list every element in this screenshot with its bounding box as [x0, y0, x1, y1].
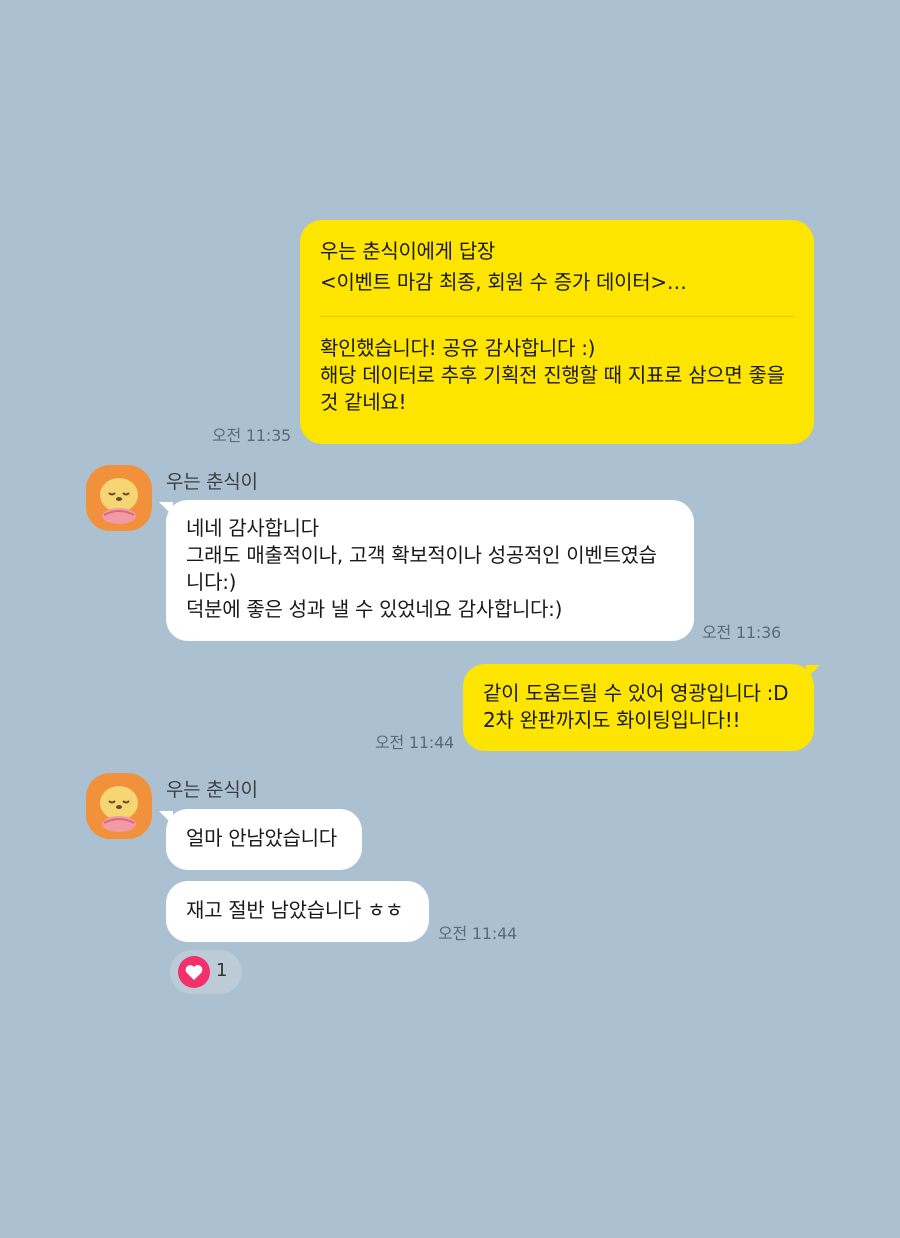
heart-icon — [178, 956, 210, 988]
message-line: 재고 절반 남았습니다 ㅎㅎ — [186, 898, 404, 922]
their-message-bubble[interactable]: 재고 절반 남았습니다 ㅎㅎ — [166, 881, 429, 942]
my-message-bubble[interactable]: 같이 도움드릴 수 있어 영광입니다 :D 2차 완판까지도 화이팅입니다!! — [463, 664, 814, 751]
reply-divider — [320, 316, 794, 317]
message-time: 오전 11:44 — [438, 924, 518, 943]
reply-title: 우는 춘식이에게 답장 — [320, 239, 496, 263]
message-line: 덕분에 좋은 성과 낼 수 있었네요 감사합니다:) — [186, 597, 563, 621]
message-line: 같이 도움드릴 수 있어 영광입니다 :D — [483, 681, 789, 705]
bubble-tail — [806, 665, 820, 679]
reaction-chip[interactable]: 1 — [170, 950, 242, 994]
reply-quote: <이벤트 마감 최종, 회원 수 증가 데이터>… — [320, 270, 687, 294]
their-message-bubble[interactable]: 얼마 안남았습니다 — [166, 809, 362, 870]
sender-name: 우는 춘식이 — [166, 471, 258, 493]
message-line: 것 같네요! — [320, 390, 407, 414]
sender-name: 우는 춘식이 — [166, 779, 258, 801]
message-line: 그래도 매출적이나, 고객 확보적이나 성공적인 이벤트였습 — [186, 543, 657, 567]
message-line: 해당 데이터로 추후 기획전 진행할 때 지표로 삼으면 좋을 — [320, 363, 785, 387]
message-time: 오전 11:36 — [702, 623, 782, 642]
message-line: 얼마 안남았습니다 — [186, 826, 337, 850]
my-reply-bubble[interactable]: 우는 춘식이에게 답장 <이벤트 마감 최종, 회원 수 증가 데이터>… 확인… — [300, 220, 814, 444]
message-line: 확인했습니다! 공유 감사합니다 :) — [320, 336, 596, 360]
message-line: 니다:) — [186, 570, 237, 594]
message-line: 2차 완판까지도 화이팅입니다!! — [483, 708, 741, 732]
message-time: 오전 11:35 — [212, 426, 292, 445]
their-message-bubble[interactable]: 네네 감사합니다 그래도 매출적이나, 고객 확보적이나 성공적인 이벤트였습 … — [166, 500, 694, 641]
sender-avatar[interactable] — [86, 465, 152, 531]
reaction-count: 1 — [216, 960, 228, 981]
message-line: 네네 감사합니다 — [186, 516, 319, 540]
message-time: 오전 11:44 — [375, 733, 455, 752]
sender-avatar[interactable] — [86, 773, 152, 839]
